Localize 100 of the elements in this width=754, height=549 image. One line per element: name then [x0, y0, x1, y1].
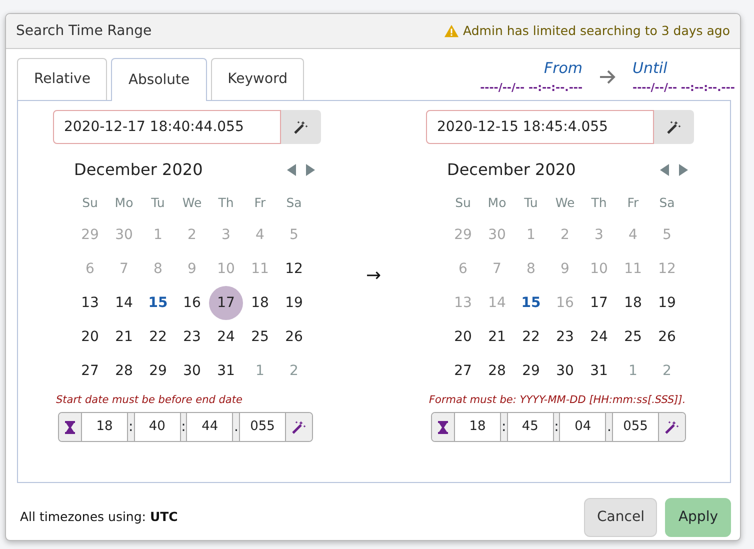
cancel-button[interactable]: Cancel [584, 498, 658, 537]
calendar-day[interactable]: 19 [650, 286, 684, 320]
weekday-label: Th [217, 194, 235, 212]
calendar-day[interactable]: 15 [141, 286, 175, 320]
left-caret-icon [660, 164, 670, 176]
calendar-day[interactable]: 18 [243, 286, 277, 320]
calendar-day[interactable]: 27 [446, 354, 480, 388]
calendar-day: 8 [141, 252, 175, 286]
hourglass-button[interactable] [59, 413, 82, 441]
calendar-day[interactable]: 21 [107, 320, 141, 354]
until-value: ----/--/-- --:--:--.--- [632, 80, 735, 96]
warning-message: Admin has limited searching to 3 days ago [463, 22, 730, 40]
tab[interactable]: Absolute [111, 58, 207, 101]
calendar-day[interactable]: 28 [480, 354, 514, 388]
weekday-label: Tu [523, 194, 539, 212]
magic-wand-button[interactable] [654, 110, 694, 144]
tab[interactable]: Keyword [210, 58, 304, 100]
weekday-label: Th [590, 194, 608, 212]
arrow-icon [598, 68, 617, 84]
calendar-day[interactable]: 25 [243, 320, 277, 354]
previous-month-button[interactable] [287, 164, 297, 176]
calendar-day: 1 [514, 218, 548, 252]
calendar-day[interactable]: 17 [209, 286, 243, 320]
calendar-day: 3 [209, 218, 243, 252]
calendar-day[interactable]: 12 [277, 252, 311, 286]
weekday-label: Su [454, 194, 472, 212]
calendar-day[interactable]: 31 [209, 354, 243, 388]
calendar-day[interactable]: 23 [548, 320, 582, 354]
month-title: December 2020 [447, 159, 576, 181]
calendar-day[interactable]: 17 [582, 286, 616, 320]
calendar-day[interactable]: 23 [175, 320, 209, 354]
previous-month-button[interactable] [660, 164, 670, 176]
magic-wand-icon [665, 420, 680, 434]
dialog-title: Search Time Range [16, 22, 152, 40]
time-separator: . [233, 413, 240, 441]
calendar-day[interactable]: 22 [141, 320, 175, 354]
weekday-label: Tu [150, 194, 166, 212]
magic-wand-icon [294, 120, 308, 134]
range-arrow: → [366, 264, 382, 288]
calendar-day[interactable]: 31 [582, 354, 616, 388]
calendar-day[interactable]: 21 [480, 320, 514, 354]
calendar-day[interactable]: 27 [73, 354, 107, 388]
calendar-day[interactable]: 26 [650, 320, 684, 354]
magic-wand-icon [292, 420, 306, 434]
calendar-day[interactable]: 20 [73, 320, 107, 354]
until-label: Until [632, 58, 668, 79]
calendar-day[interactable]: 16 [175, 286, 209, 320]
calendar-day[interactable]: 29 [141, 354, 175, 388]
calendar-day[interactable]: 18 [616, 286, 650, 320]
date-input[interactable]: 2020-12-17 18:40:44.055 [53, 110, 281, 144]
calendar-day: 11 [243, 252, 277, 286]
calendar-day[interactable]: 14 [107, 286, 141, 320]
from-value: ----/--/-- --:--:--.--- [480, 80, 583, 96]
calendar-day: 30 [480, 218, 514, 252]
tab[interactable]: Relative [17, 58, 108, 100]
calendar-day: 7 [480, 252, 514, 286]
magic-wand-button[interactable] [659, 413, 685, 441]
calendar-day[interactable]: 15 [514, 286, 548, 320]
calendar-day: 12 [650, 252, 684, 286]
calendar-day: 29 [73, 218, 107, 252]
magic-wand-button[interactable] [286, 413, 312, 441]
calendar-day[interactable]: 30 [175, 354, 209, 388]
calendar-day[interactable]: 25 [616, 320, 650, 354]
calendar-day: 16 [548, 286, 582, 320]
calendar-day[interactable]: 29 [514, 354, 548, 388]
calendar-day: 4 [243, 218, 277, 252]
calendar-day: 2 [175, 218, 209, 252]
hourglass-icon [438, 420, 448, 434]
hourglass-button[interactable] [432, 413, 455, 441]
calendar-day: 10 [209, 252, 243, 286]
error-message: Format must be: YYYY-MM-DD [HH:mm:ss[.SSS]]. [428, 393, 687, 406]
calendar-day[interactable]: 19 [277, 286, 311, 320]
calendar-day: 4 [616, 218, 650, 252]
calendar-day: 3 [582, 218, 616, 252]
calendar-day[interactable]: 22 [514, 320, 548, 354]
weekday-label: Mo [486, 194, 508, 212]
calendar-day: 1 [141, 218, 175, 252]
calendar-day[interactable]: 30 [548, 354, 582, 388]
next-month-button[interactable] [678, 164, 688, 176]
calendar-day[interactable]: 20 [446, 320, 480, 354]
calendar-day: 8 [514, 252, 548, 286]
calendar-day: 30 [107, 218, 141, 252]
warning-icon [444, 24, 460, 38]
calendar-day[interactable]: 24 [582, 320, 616, 354]
calendar-day[interactable]: 26 [277, 320, 311, 354]
calendar-day: 14 [480, 286, 514, 320]
time-separator: : [501, 413, 508, 441]
time-separator: . [606, 413, 614, 441]
calendar-day[interactable]: 24 [209, 320, 243, 354]
month-title: December 2020 [74, 159, 203, 181]
right-caret-icon [678, 164, 688, 176]
magic-wand-button[interactable] [281, 110, 321, 144]
calendar-day[interactable]: 13 [73, 286, 107, 320]
date-input[interactable]: 2020-12-15 18:45:4.055 [426, 110, 654, 144]
next-month-button[interactable] [305, 164, 315, 176]
calendar-day[interactable]: 28 [107, 354, 141, 388]
calendar-day: 7 [107, 252, 141, 286]
calendar-day: 6 [73, 252, 107, 286]
weekday-label: Mo [114, 194, 134, 212]
weekday-label: Sa [285, 194, 303, 212]
